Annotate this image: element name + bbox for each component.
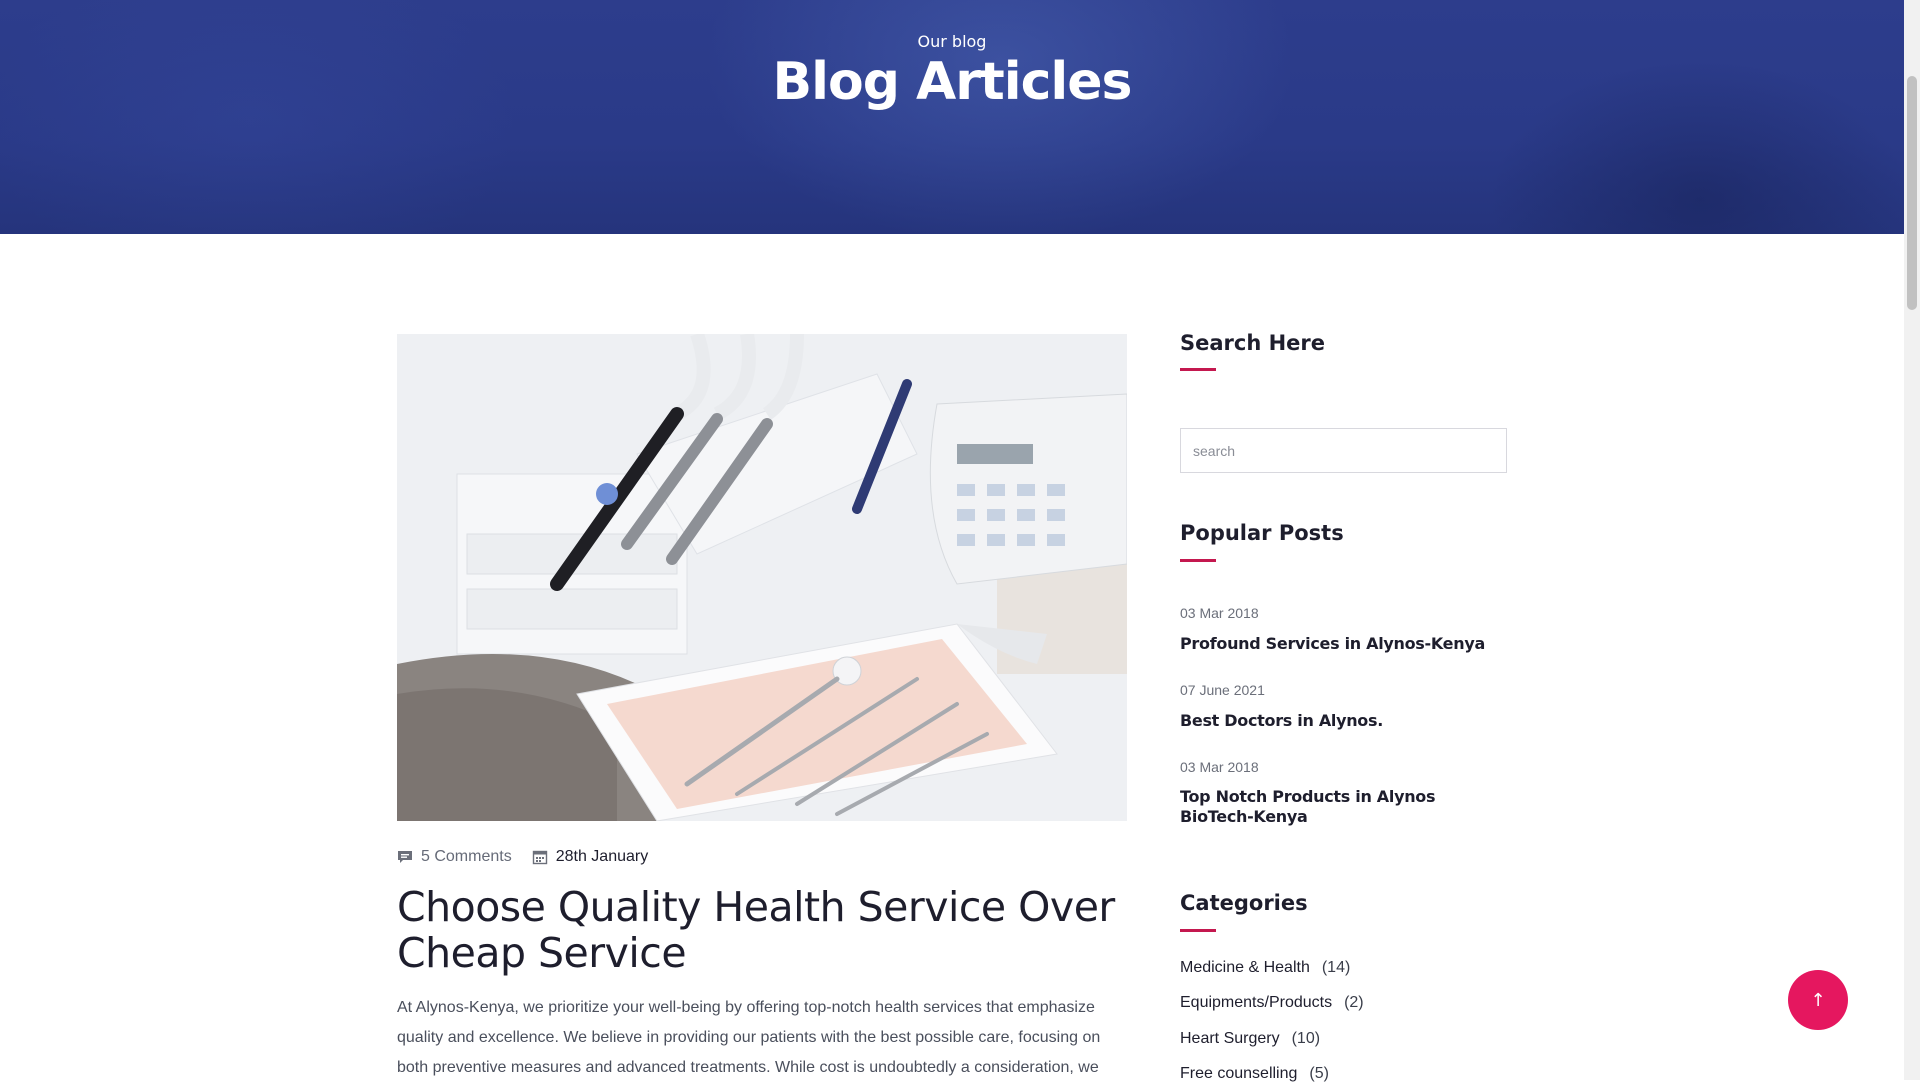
category-label: Equipments/Products (1180, 994, 1333, 1011)
popular-post-link[interactable]: Top Notch Products in Alynos BioTech-Ken… (1180, 787, 1490, 827)
comment-icon (397, 849, 413, 865)
category-count: (10) (1291, 1030, 1321, 1047)
popular-post-date: 03 Mar 2018 (1180, 605, 1259, 621)
category-label: Free counselling (1180, 1065, 1298, 1082)
post-date-text: 28th January (555, 848, 649, 865)
hero-subtitle: Our blog (917, 32, 987, 51)
popular-post-link[interactable]: Profound Services in Alynos-Kenya (1180, 634, 1490, 654)
category-label: Medicine & Health (1180, 959, 1310, 976)
comments-link[interactable]: 5 Comments (397, 848, 512, 866)
page-hero: Our blog Blog Articles (0, 0, 1904, 234)
category-item[interactable]: Heart Surgery (10) (1180, 1030, 1320, 1048)
popular-posts-title: Popular Posts (1180, 521, 1344, 545)
categories-underline (1180, 929, 1216, 932)
categories-title: Categories (1180, 891, 1308, 915)
article-meta: 5 Comments 28th January (397, 846, 668, 868)
search-widget-title: Search Here (1180, 331, 1326, 355)
article-title[interactable]: Choose Quality Health Service Over Cheap… (397, 884, 1127, 976)
popular-post-date: 07 June 2021 (1180, 682, 1265, 698)
scrollbar-thumb[interactable] (1907, 76, 1917, 310)
category-item[interactable]: Medicine & Health (14) (1180, 959, 1350, 977)
comments-count: 5 Comments (421, 848, 512, 865)
category-item[interactable]: Equipments/Products (2) (1180, 994, 1364, 1012)
search-title-underline (1180, 368, 1216, 371)
popular-post-link[interactable]: Best Doctors in Alynos. (1180, 711, 1490, 731)
category-item[interactable]: Free counselling (5) (1180, 1065, 1329, 1083)
category-count: (14) (1321, 959, 1351, 976)
search-input[interactable] (1180, 428, 1507, 473)
post-date: 28th January (532, 848, 649, 866)
article-excerpt: At Alynos-Kenya, we prioritize your well… (397, 999, 1101, 1076)
dental-equipment-illustration (397, 334, 1127, 821)
category-count: (2) (1344, 994, 1364, 1011)
category-count: (5) (1309, 1065, 1329, 1082)
calendar-icon (532, 849, 548, 865)
article-featured-image[interactable] (397, 334, 1127, 821)
category-label: Heart Surgery (1180, 1030, 1280, 1047)
back-to-top-button[interactable]: ↑ (1788, 970, 1848, 1030)
popular-post-date: 03 Mar 2018 (1180, 759, 1259, 775)
popular-posts-underline (1180, 559, 1216, 562)
page-title: Blog Articles (772, 52, 1133, 112)
arrow-up-icon: ↑ (1810, 989, 1826, 1011)
